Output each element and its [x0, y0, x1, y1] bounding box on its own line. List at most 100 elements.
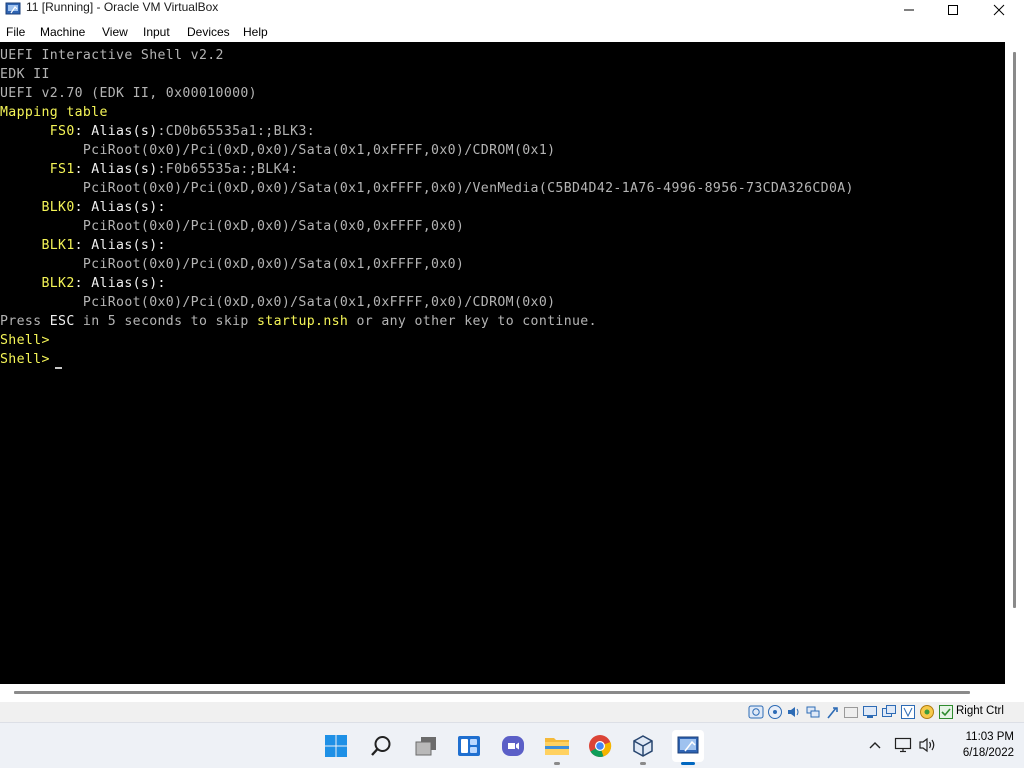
widgets-icon: [458, 736, 480, 756]
close-button[interactable]: [976, 0, 1022, 20]
vertical-scrollbar[interactable]: [1005, 42, 1024, 684]
mouse-integration-status-icon[interactable]: [919, 704, 935, 720]
task-view-icon: [415, 737, 436, 756]
vertical-scrollbar-thumb[interactable]: [1013, 52, 1016, 608]
console-text-segment: PciRoot(0x0)/Pci(0xD,0x0)/Sata(0x0,0xFFF…: [0, 219, 465, 234]
console-text-segment: :F0b65535a:;BLK4:: [157, 162, 299, 177]
console-text-segment: Press: [0, 314, 50, 329]
virtualbox-manager-button[interactable]: [627, 730, 659, 765]
console-line: BLK2: Alias(s):: [0, 274, 166, 293]
shared-folders-status-icon[interactable]: [843, 704, 859, 720]
console-text-segment: in 5 seconds to skip: [74, 314, 257, 329]
running-indicator: [640, 762, 646, 765]
menu-help[interactable]: Help: [243, 25, 268, 39]
menu-machine[interactable]: Machine: [40, 25, 85, 39]
virtualbox-cube-icon: [633, 735, 653, 757]
maximize-icon: [948, 5, 958, 15]
console-line: PciRoot(0x0)/Pci(0xD,0x0)/Sata(0x1,0xFFF…: [0, 255, 464, 274]
console-line: PciRoot(0x0)/Pci(0xD,0x0)/Sata(0x1,0xFFF…: [0, 179, 854, 198]
console-text-segment: BLK0: [0, 200, 75, 215]
optical-drive-status-icon[interactable]: [767, 704, 783, 720]
console-text-segment: PciRoot(0x0)/Pci(0xD,0x0)/Sata(0x1,0xFFF…: [0, 181, 854, 196]
title-bar[interactable]: 11 [Running] - Oracle VM VirtualBox: [0, 0, 1024, 20]
running-indicator: [554, 762, 560, 765]
menu-input[interactable]: Input: [143, 25, 170, 39]
console-line: UEFI v2.70 (EDK II, 0x00010000): [0, 84, 257, 103]
audio-status-icon[interactable]: [786, 704, 802, 720]
console-text-segment: Shell>: [0, 352, 59, 367]
horizontal-scrollbar-thumb[interactable]: [14, 691, 970, 694]
console-line: FS1: Alias(s):F0b65535a:;BLK4:: [0, 160, 298, 179]
console-text-segment: : Alias(s):: [74, 200, 166, 215]
status-bar: Right Ctrl: [0, 702, 1024, 722]
console-line: UEFI Interactive Shell v2.2: [0, 46, 224, 65]
minimize-icon: [904, 9, 914, 11]
video-capture-status-icon[interactable]: [881, 704, 897, 720]
folder-icon: [545, 738, 569, 755]
window-title: 11 [Running] - Oracle VM VirtualBox: [26, 0, 219, 14]
console-text-segment: FS1: [0, 162, 75, 177]
console-line: Press ESC in 5 seconds to skip startup.n…: [0, 312, 597, 331]
menu-file[interactable]: File: [6, 25, 25, 39]
minimize-button[interactable]: [886, 0, 932, 20]
teams-chat-button[interactable]: [497, 730, 529, 762]
vm-window-button[interactable]: [672, 730, 704, 765]
console-text-segment: : Alias(s): [74, 124, 158, 139]
display-status-icon[interactable]: [862, 704, 878, 720]
console-line: Shell>: [0, 331, 50, 350]
console-text-segment: Mapping table: [0, 105, 108, 120]
search-button[interactable]: [365, 730, 397, 762]
console-line: PciRoot(0x0)/Pci(0xD,0x0)/Sata(0x0,0xFFF…: [0, 217, 464, 236]
console-line: PciRoot(0x0)/Pci(0xD,0x0)/Sata(0x1,0xFFF…: [0, 293, 555, 312]
console-text-segment: PciRoot(0x0)/Pci(0xD,0x0)/Sata(0x1,0xFFF…: [0, 143, 556, 158]
console-line: FS0: Alias(s):CD0b65535a1:;BLK3:: [0, 122, 315, 141]
console-text-segment: PciRoot(0x0)/Pci(0xD,0x0)/Sata(0x1,0xFFF…: [0, 257, 465, 272]
console-text-segment: ESC: [49, 314, 75, 329]
text-cursor: [55, 367, 62, 369]
start-button[interactable]: [320, 730, 352, 762]
console-text-segment: BLK2: [0, 276, 75, 291]
console-text-segment: Shell>: [0, 333, 50, 348]
volume-icon[interactable]: [918, 736, 938, 754]
console-text-segment: FS0: [0, 124, 75, 139]
console-text-segment: BLK1: [0, 238, 75, 253]
console-text-segment: or any other key to continue.: [348, 314, 597, 329]
maximize-button[interactable]: [930, 0, 976, 20]
taskbar: 11:03 PM 6/18/2022: [0, 722, 1024, 768]
menu-devices[interactable]: Devices: [187, 25, 230, 39]
active-indicator: [681, 762, 695, 765]
console-line: Shell>: [0, 350, 58, 369]
keyboard-capture-status-icon[interactable]: [938, 704, 954, 720]
task-view-button[interactable]: [410, 730, 442, 762]
file-explorer-button[interactable]: [541, 730, 573, 765]
clock-date[interactable]: 6/18/2022: [944, 747, 1014, 759]
chevron-up-icon[interactable]: [868, 740, 882, 750]
console-text-segment: : Alias(s): [74, 162, 158, 177]
host-key-label[interactable]: Right Ctrl: [956, 705, 1004, 717]
clock-time[interactable]: 11:03 PM: [944, 731, 1014, 743]
network-icon[interactable]: [894, 736, 914, 754]
usb-status-icon[interactable]: [824, 704, 840, 720]
virtualization-status-icon[interactable]: [900, 704, 916, 720]
console-text-segment: EDK II: [0, 67, 50, 82]
virtualbox-vm-icon: [677, 736, 699, 754]
hard-disk-status-icon[interactable]: [748, 704, 764, 720]
menu-view[interactable]: View: [102, 25, 128, 39]
network-status-icon[interactable]: [805, 704, 821, 720]
console-line: BLK1: Alias(s):: [0, 236, 166, 255]
chat-icon: [502, 736, 524, 756]
console-text-segment: : Alias(s):: [74, 238, 166, 253]
widgets-button[interactable]: [453, 730, 485, 762]
search-icon: [371, 736, 391, 756]
console-line: BLK0: Alias(s):: [0, 198, 166, 217]
console-text-segment: :CD0b65535a1:;BLK3:: [157, 124, 316, 139]
console-line: PciRoot(0x0)/Pci(0xD,0x0)/Sata(0x1,0xFFF…: [0, 141, 555, 160]
virtualbox-app-icon: [5, 2, 21, 15]
console-text-segment: UEFI Interactive Shell v2.2: [0, 48, 224, 63]
console-text-segment: : Alias(s):: [74, 276, 166, 291]
virtualbox-window: 11 [Running] - Oracle VM VirtualBox File…: [0, 0, 1024, 722]
horizontal-scrollbar[interactable]: [0, 684, 1005, 702]
vm-console-screen[interactable]: UEFI Interactive Shell v2.2 EDK II UEFI v2…: [0, 42, 1005, 684]
chrome-button[interactable]: [584, 730, 616, 762]
console-line: EDK II: [0, 65, 50, 84]
